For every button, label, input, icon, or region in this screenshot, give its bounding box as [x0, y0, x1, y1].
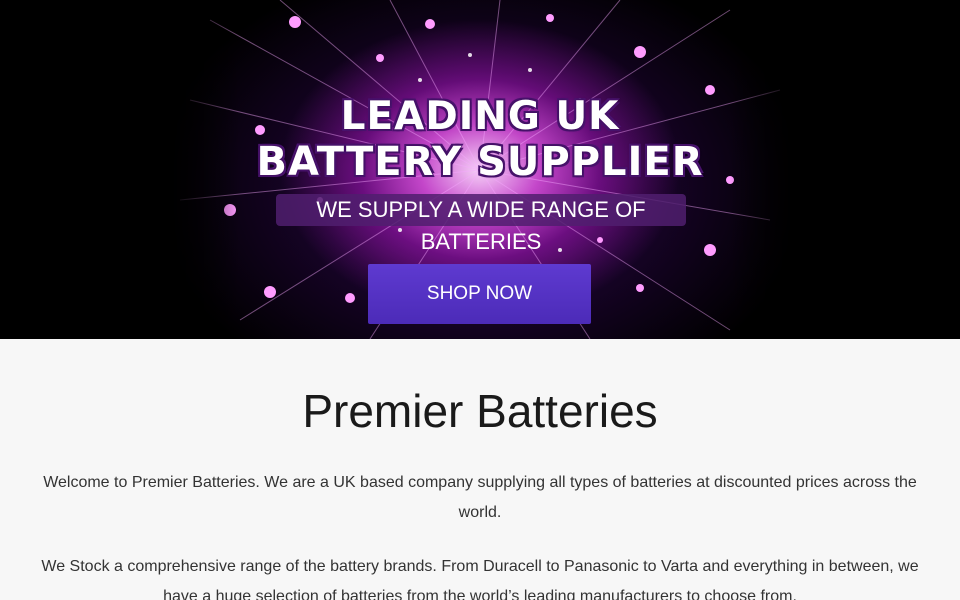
shop-now-button[interactable]: SHOP NOW: [368, 264, 591, 324]
brands-paragraph: We Stock a comprehensive range of the ba…: [41, 558, 919, 600]
hero-headline-line1: LEADING UK: [340, 94, 620, 139]
hero-tagline-banner: WE SUPPLY A WIDE RANGE OF BATTERIES: [276, 194, 686, 254]
hero-banner[interactable]: LEADING UK BATTERY SUPPLIER WE SUPPLY A …: [0, 0, 960, 339]
page-title: Premier Batteries: [302, 385, 658, 437]
intro-paragraph: Welcome to Premier Batteries. We are a U…: [43, 474, 917, 521]
hero-headline-line2: BATTERY SUPPLIER: [256, 139, 704, 185]
main-content: Premier Batteries Welcome to Premier Bat…: [0, 339, 960, 600]
